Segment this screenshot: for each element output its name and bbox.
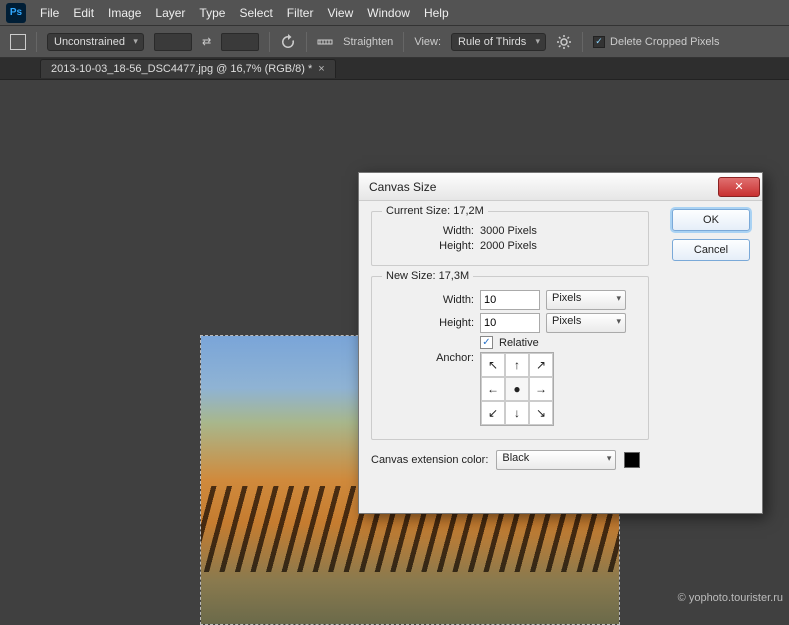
menu-view[interactable]: View	[327, 6, 353, 20]
menu-type[interactable]: Type	[199, 6, 225, 20]
anchor-nw[interactable]: ↖	[481, 353, 505, 377]
new-height-input[interactable]	[480, 313, 540, 333]
menu-edit[interactable]: Edit	[73, 6, 94, 20]
separator	[36, 32, 37, 52]
extension-color-swatch[interactable]	[624, 452, 640, 468]
dialog-title: Canvas Size	[369, 180, 436, 194]
anchor-e[interactable]: →	[529, 377, 553, 401]
new-width-input[interactable]	[480, 290, 540, 310]
separator	[403, 32, 404, 52]
checkbox-icon: ✓	[593, 36, 605, 48]
document-tab-bar: 2013-10-03_18-56_DSC4477.jpg @ 16,7% (RG…	[0, 58, 789, 80]
canvas-extension-select[interactable]: Black	[496, 450, 616, 470]
menu-image[interactable]: Image	[108, 6, 141, 20]
separator	[582, 32, 583, 52]
watermark: © yophoto.tourister.ru	[678, 592, 783, 604]
straighten-label[interactable]: Straighten	[343, 36, 393, 48]
new-height-label: Height:	[382, 317, 474, 329]
current-size-fieldset: Current Size: 17,2M Width: 3000 Pixels H…	[371, 211, 649, 266]
swap-dimensions-icon[interactable]: ⇄	[202, 35, 211, 48]
delete-cropped-checkbox[interactable]: ✓ Delete Cropped Pixels	[593, 36, 719, 48]
anchor-ne[interactable]: ↗	[529, 353, 553, 377]
canvas-extension-row: Canvas extension color: Black	[371, 450, 750, 470]
new-size-fieldset: New Size: 17,3M Width: Pixels Height: Pi…	[371, 276, 649, 440]
view-label: View:	[414, 36, 441, 48]
delete-cropped-label: Delete Cropped Pixels	[610, 36, 719, 48]
relative-label: Relative	[499, 337, 539, 349]
dialog-titlebar[interactable]: Canvas Size ✕	[359, 173, 762, 201]
options-bar: Unconstrained ⇄ Straighten View: Rule of…	[0, 26, 789, 58]
width-units-select[interactable]: Pixels	[546, 290, 626, 310]
current-height-value: 2000 Pixels	[480, 240, 537, 252]
options-gear-icon[interactable]	[556, 34, 572, 50]
anchor-grid[interactable]: ↖ ↑ ↗ ← ● → ↙ ↓ ↘	[480, 352, 554, 426]
anchor-label: Anchor:	[382, 352, 474, 364]
menu-help[interactable]: Help	[424, 6, 449, 20]
crop-height-field[interactable]	[221, 33, 259, 51]
anchor-center[interactable]: ●	[505, 377, 529, 401]
crop-tool-icon	[10, 34, 26, 50]
anchor-n[interactable]: ↑	[505, 353, 529, 377]
anchor-sw[interactable]: ↙	[481, 401, 505, 425]
document-tab-title: 2013-10-03_18-56_DSC4477.jpg @ 16,7% (RG…	[51, 63, 312, 75]
anchor-w[interactable]: ←	[481, 377, 505, 401]
separator	[269, 32, 270, 52]
height-units-select[interactable]: Pixels	[546, 313, 626, 333]
crop-ratio-select[interactable]: Unconstrained	[47, 33, 144, 51]
menu-select[interactable]: Select	[239, 6, 272, 20]
crop-width-field[interactable]	[154, 33, 192, 51]
new-width-label: Width:	[382, 294, 474, 306]
canvas-size-dialog: Canvas Size ✕ OK Cancel Current Size: 17…	[358, 172, 763, 514]
canvas-extension-label: Canvas extension color:	[371, 454, 488, 466]
menu-window[interactable]: Window	[367, 6, 410, 20]
anchor-s[interactable]: ↓	[505, 401, 529, 425]
menu-filter[interactable]: Filter	[287, 6, 314, 20]
dialog-close-button[interactable]: ✕	[718, 177, 760, 197]
close-tab-icon[interactable]: ×	[318, 63, 324, 75]
crop-overlay-select[interactable]: Rule of Thirds	[451, 33, 546, 51]
separator	[306, 32, 307, 52]
menu-bar: Ps File Edit Image Layer Type Select Fil…	[0, 0, 789, 26]
straighten-icon[interactable]	[317, 34, 333, 50]
menu-file[interactable]: File	[40, 6, 59, 20]
rotate-icon[interactable]	[280, 34, 296, 50]
current-width-label: Width:	[382, 225, 474, 237]
anchor-se[interactable]: ↘	[529, 401, 553, 425]
app-logo: Ps	[6, 3, 26, 23]
current-size-legend: Current Size: 17,2M	[382, 205, 488, 217]
new-size-legend: New Size: 17,3M	[382, 270, 473, 282]
relative-checkbox[interactable]: ✓	[480, 336, 493, 349]
menu-layer[interactable]: Layer	[155, 6, 185, 20]
current-width-value: 3000 Pixels	[480, 225, 537, 237]
current-height-label: Height:	[382, 240, 474, 252]
document-tab[interactable]: 2013-10-03_18-56_DSC4477.jpg @ 16,7% (RG…	[40, 59, 336, 78]
